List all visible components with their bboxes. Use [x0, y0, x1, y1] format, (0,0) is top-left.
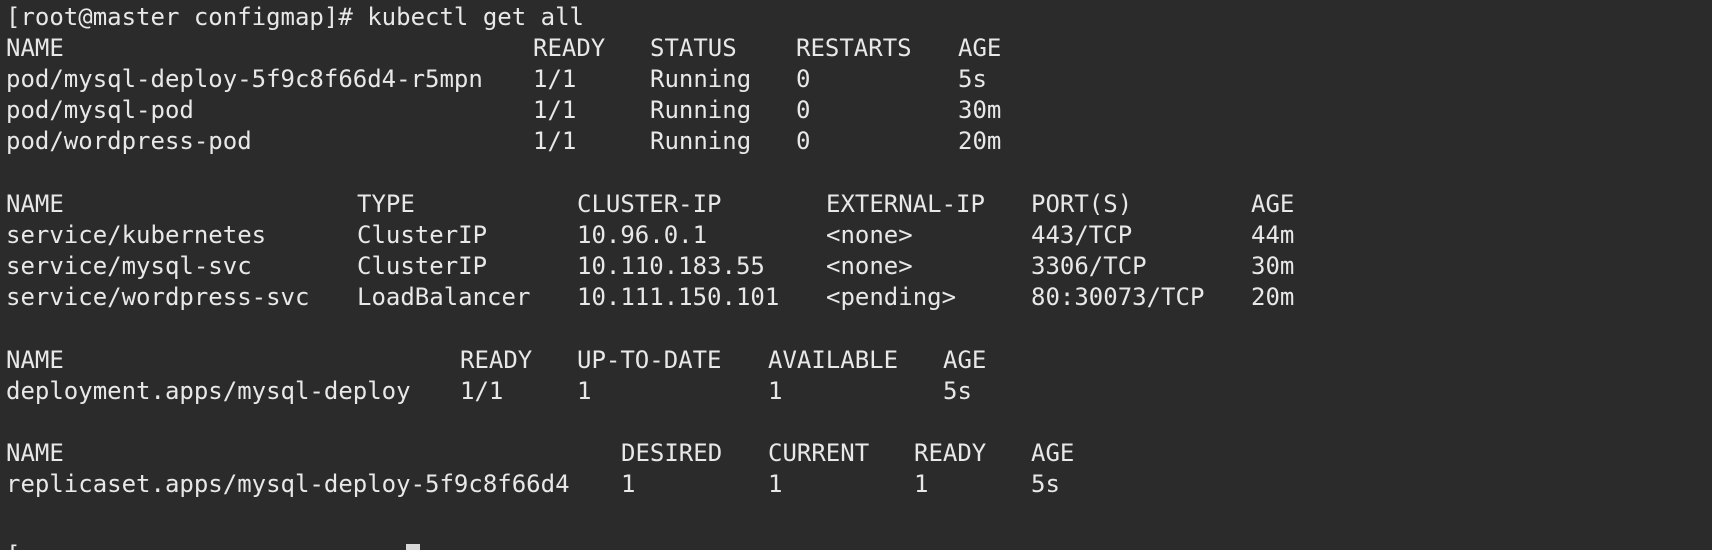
deployment-ready: 1/1 — [460, 377, 504, 405]
replicasets-header-row: NAME DESIRED CURRENT READY AGE — [6, 436, 1074, 470]
pod-name: pod/wordpress-pod — [6, 127, 252, 155]
replicaset-ready: 1 — [914, 470, 929, 498]
deployments-header-age: AGE — [943, 346, 987, 374]
pods-header-name: NAME — [6, 34, 64, 62]
service-external-ip: <none> — [826, 252, 913, 280]
service-type: LoadBalancer — [357, 283, 531, 311]
terminal-window[interactable]: [root@master configmap]# kubectl get all… — [0, 0, 1712, 550]
cursor-block[interactable] — [406, 544, 420, 550]
pods-header-restarts: RESTARTS — [796, 34, 912, 62]
deployments-header-ready: READY — [460, 346, 533, 374]
service-cluster-ip: 10.96.0.1 — [577, 221, 708, 249]
replicaset-current: 1 — [768, 470, 783, 498]
table-row: service/wordpress-svc LoadBalancer 10.11… — [6, 280, 1294, 314]
pod-age: 30m — [958, 96, 1002, 124]
replicaset-name: replicaset.apps/mysql-deploy-5f9c8f66d4 — [6, 470, 570, 498]
services-header-name: NAME — [6, 190, 64, 218]
service-age: 20m — [1251, 283, 1295, 311]
service-name: service/wordpress-svc — [6, 283, 310, 311]
replicasets-header-name: NAME — [6, 439, 64, 467]
pod-restarts: 0 — [796, 127, 811, 155]
pod-name: pod/mysql-pod — [6, 96, 194, 124]
services-header-cluster-ip: CLUSTER-IP — [577, 190, 722, 218]
deployments-header-up-to-date: UP-TO-DATE — [577, 346, 722, 374]
pods-header-status: STATUS — [650, 34, 737, 62]
replicaset-age: 5s — [1031, 470, 1060, 498]
replicaset-desired: 1 — [621, 470, 636, 498]
deployment-age: 5s — [943, 377, 972, 405]
deployments-header-row: NAME READY UP-TO-DATE AVAILABLE AGE — [6, 343, 986, 377]
replicasets-header-current: CURRENT — [768, 439, 870, 467]
table-row: replicaset.apps/mysql-deploy-5f9c8f66d4 … — [6, 467, 1060, 501]
pods-header-age: AGE — [958, 34, 1002, 62]
service-external-ip: <pending> — [826, 283, 957, 311]
service-ports: 80:30073/TCP — [1031, 283, 1205, 311]
services-header-external-ip: EXTERNAL-IP — [826, 190, 985, 218]
deployments-header-available: AVAILABLE — [768, 346, 899, 374]
pod-ready: 1/1 — [533, 65, 577, 93]
pod-age: 5s — [958, 65, 987, 93]
pod-restarts: 0 — [796, 65, 811, 93]
service-cluster-ip: 10.110.183.55 — [577, 252, 765, 280]
service-external-ip: <none> — [826, 221, 913, 249]
service-age: 30m — [1251, 252, 1295, 280]
pod-status: Running — [650, 96, 752, 124]
service-ports: 3306/TCP — [1031, 252, 1147, 280]
table-row: service/kubernetes ClusterIP 10.96.0.1 <… — [6, 218, 1294, 252]
table-row: pod/mysql-deploy-5f9c8f66d4-r5mpn 1/1 Ru… — [6, 62, 987, 96]
pod-status: Running — [650, 127, 752, 155]
next-prompt: [ — [6, 538, 20, 550]
deployment-up-to-date: 1 — [577, 377, 592, 405]
table-row: deployment.apps/mysql-deploy 1/1 1 1 5s — [6, 374, 972, 408]
pod-status: Running — [650, 65, 752, 93]
pods-header-ready: READY — [533, 34, 606, 62]
pod-ready: 1/1 — [533, 96, 577, 124]
table-row: pod/mysql-pod 1/1 Running 0 30m — [6, 93, 1001, 127]
pod-restarts: 0 — [796, 96, 811, 124]
services-header-ports: PORT(S) — [1031, 190, 1133, 218]
table-row: service/mysql-svc ClusterIP 10.110.183.5… — [6, 249, 1294, 283]
service-age: 44m — [1251, 221, 1295, 249]
services-header-row: NAME TYPE CLUSTER-IP EXTERNAL-IP PORT(S)… — [6, 187, 1294, 221]
deployments-header-name: NAME — [6, 346, 64, 374]
service-name: service/kubernetes — [6, 221, 267, 249]
deployment-available: 1 — [768, 377, 783, 405]
pod-age: 20m — [958, 127, 1002, 155]
pods-header-row: NAME READY STATUS RESTARTS AGE — [6, 31, 1001, 65]
service-cluster-ip: 10.111.150.101 — [577, 283, 780, 311]
service-type: ClusterIP — [357, 221, 488, 249]
pod-ready: 1/1 — [533, 127, 577, 155]
replicasets-header-desired: DESIRED — [621, 439, 723, 467]
pod-name: pod/mysql-deploy-5f9c8f66d4-r5mpn — [6, 65, 483, 93]
command-line: [root@master configmap]# kubectl get all — [6, 3, 584, 31]
service-type: ClusterIP — [357, 252, 488, 280]
replicasets-header-age: AGE — [1031, 439, 1075, 467]
service-name: service/mysql-svc — [6, 252, 252, 280]
service-ports: 443/TCP — [1031, 221, 1133, 249]
table-row: pod/wordpress-pod 1/1 Running 0 20m — [6, 124, 1001, 158]
services-header-type: TYPE — [357, 190, 415, 218]
services-header-age: AGE — [1251, 190, 1295, 218]
replicasets-header-ready: READY — [914, 439, 987, 467]
deployment-name: deployment.apps/mysql-deploy — [6, 377, 411, 405]
